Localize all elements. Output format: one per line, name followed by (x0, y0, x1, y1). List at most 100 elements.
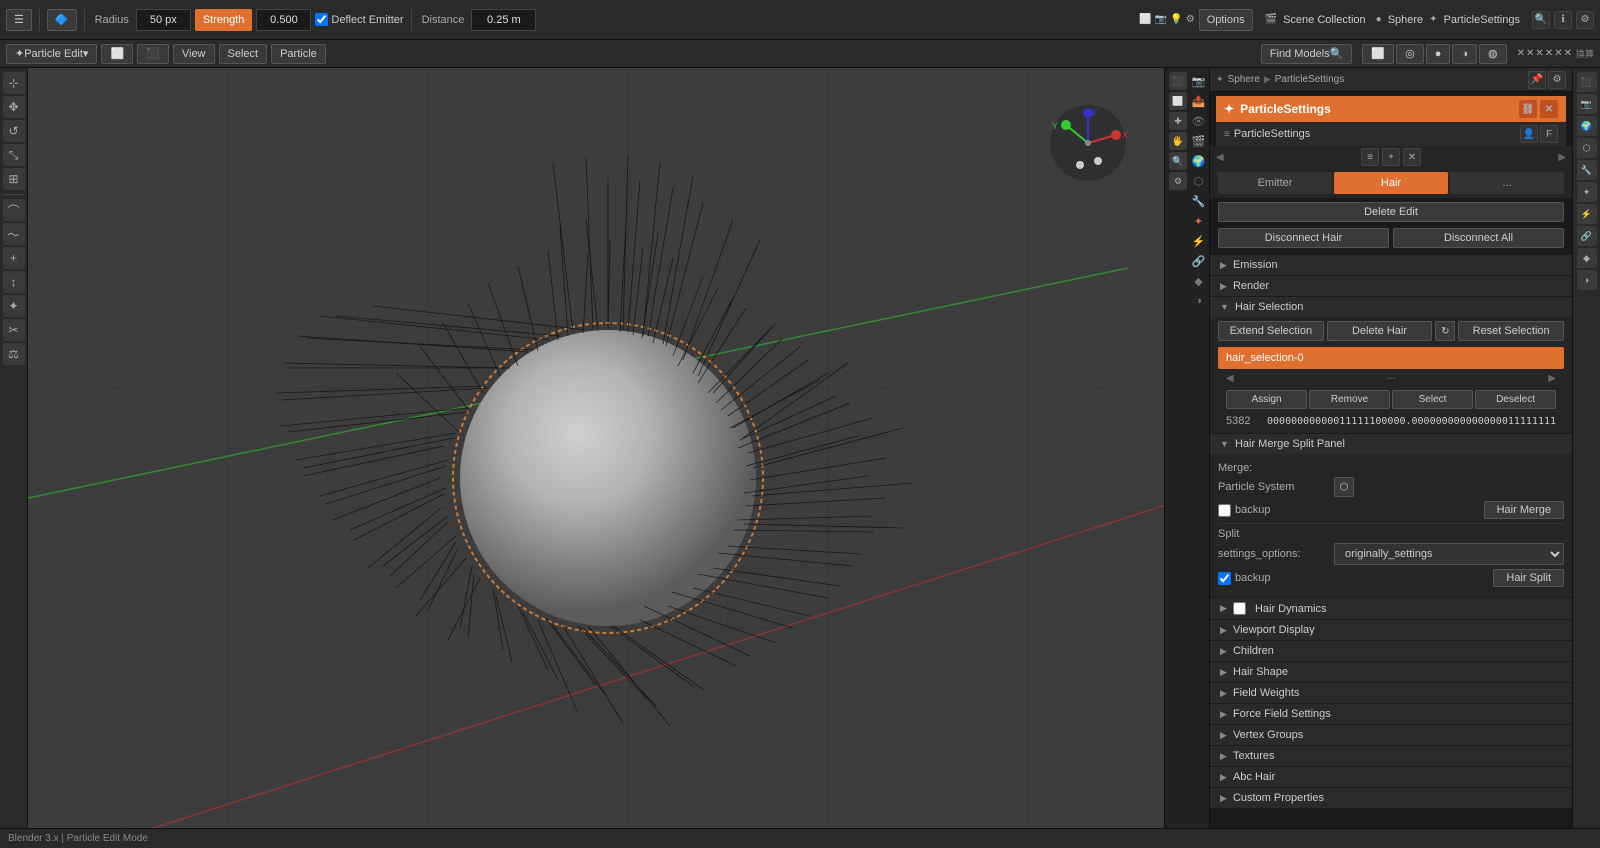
hair-dynamics-header[interactable]: ▶ Hair Dynamics (1210, 598, 1572, 619)
tool-cut[interactable]: ✂ (3, 319, 25, 341)
options-btn[interactable]: Options (1199, 9, 1253, 31)
vp-tool-4[interactable]: 🖐 (1169, 132, 1187, 150)
distance-input[interactable] (471, 9, 536, 31)
merge-backup-checkbox[interactable] (1218, 504, 1231, 517)
children-header[interactable]: ▶ Children (1210, 641, 1572, 661)
far-right-icon-3[interactable]: 🌍 (1577, 116, 1597, 136)
vp-tool-2[interactable]: ⬜ (1169, 92, 1187, 110)
render-btn[interactable]: ◍ (1479, 44, 1507, 64)
emitter-btn[interactable]: Emitter (1218, 172, 1332, 194)
prop-material-icon[interactable]: ◑ (1190, 292, 1208, 310)
prop-world-icon[interactable]: 🌍 (1190, 152, 1208, 170)
prop-modifier-icon[interactable]: 🔧 (1190, 192, 1208, 210)
sel-next[interactable]: ▶ (1548, 373, 1556, 384)
vertex-groups-header[interactable]: ▶ Vertex Groups (1210, 725, 1572, 745)
panel-pin-btn[interactable]: 📌 (1528, 71, 1546, 89)
far-right-icon-1[interactable]: ⬛ (1577, 72, 1597, 92)
tool-length[interactable]: ↕ (3, 271, 25, 293)
blender-logo[interactable]: 🔷 (47, 9, 77, 31)
material-btn[interactable]: ◑ (1452, 44, 1477, 64)
abc-hair-header[interactable]: ▶ Abc Hair (1210, 767, 1572, 787)
extend-selection-btn[interactable]: Extend Selection (1218, 321, 1324, 341)
hair-merge-btn[interactable]: Hair Merge (1484, 501, 1564, 519)
nav-icon-3[interactable]: ✕ (1403, 148, 1421, 166)
search-btn[interactable]: 🔍 (1532, 11, 1550, 29)
render-header[interactable]: ▶ Render (1210, 276, 1572, 296)
neuro-btn[interactable]: ... (1450, 172, 1564, 194)
ps-user-btn[interactable]: 👤 (1520, 125, 1538, 143)
viewport-icon-4[interactable]: ⚙ (1186, 14, 1195, 25)
nav-icon-1[interactable]: ≡ (1361, 148, 1379, 166)
hair-merge-header[interactable]: ▼ Hair Merge Split Panel (1210, 434, 1572, 454)
split-backup-checkbox[interactable] (1218, 572, 1231, 585)
prop-object-icon[interactable]: ⬡ (1190, 172, 1208, 190)
nav-icon-2[interactable]: + (1382, 148, 1400, 166)
nav-prev[interactable]: ◀ (1216, 152, 1224, 163)
prop-render-icon[interactable]: 📷 (1190, 72, 1208, 90)
xray-btn[interactable]: ◎ (1396, 44, 1424, 64)
hair-split-btn[interactable]: Hair Split (1493, 569, 1564, 587)
menu-btn[interactable]: ☰ (6, 9, 32, 31)
far-right-icon-7[interactable]: 🔗 (1577, 226, 1597, 246)
tool-add[interactable]: + (3, 247, 25, 269)
ps-fake-btn[interactable]: F (1540, 125, 1558, 143)
select-btn[interactable]: Select (1392, 390, 1473, 409)
tool-transform[interactable]: ⊞ (3, 168, 25, 190)
far-right-icon-8[interactable]: ◆ (1577, 248, 1597, 268)
delete-edit-btn[interactable]: Delete Edit (1218, 202, 1564, 222)
prop-view-icon[interactable]: 👁 (1190, 112, 1208, 130)
solid-btn[interactable]: ● (1426, 44, 1451, 64)
strength-btn[interactable]: Strength (195, 9, 253, 31)
x-icon-3[interactable]: ✕ (1535, 48, 1543, 59)
far-right-icon-5[interactable]: 🔧 (1577, 160, 1597, 180)
settings-options-select[interactable]: originally_settings (1334, 543, 1564, 565)
tool-rotate[interactable]: ↺ (3, 120, 25, 142)
far-right-icon-9[interactable]: ◑ (1577, 270, 1597, 290)
ps-close-btn[interactable]: ✕ (1540, 100, 1558, 118)
panel-settings-btn[interactable]: ⚙ (1548, 71, 1566, 89)
sel-name-input[interactable] (1218, 347, 1564, 369)
remove-btn[interactable]: Remove (1309, 390, 1390, 409)
tool-smooth[interactable]: 〜 (3, 223, 25, 245)
tool-puff[interactable]: ✦ (3, 295, 25, 317)
strength-input[interactable] (256, 9, 311, 31)
tool-move[interactable]: ✥ (3, 96, 25, 118)
far-right-icon-6[interactable]: ⚡ (1577, 204, 1597, 224)
vp-tool-5[interactable]: 🔍 (1169, 152, 1187, 170)
x-icon-2[interactable]: ✕ (1526, 48, 1534, 59)
far-right-icon-4[interactable]: ⬡ (1577, 138, 1597, 158)
reset-selection-btn[interactable]: Reset Selection (1458, 321, 1564, 341)
find-models-btn[interactable]: Find Models 🔍 (1261, 44, 1353, 64)
prop-physics-icon[interactable]: ⚡ (1190, 232, 1208, 250)
hair-shape-header[interactable]: ▶ Hair Shape (1210, 662, 1572, 682)
prop-data-icon[interactable]: ◆ (1190, 272, 1208, 290)
info-btn[interactable]: ℹ (1554, 11, 1572, 29)
field-weights-header[interactable]: ▶ Field Weights (1210, 683, 1572, 703)
disconnect-hair-btn[interactable]: Disconnect Hair (1218, 228, 1389, 248)
hair-btn[interactable]: Hair (1334, 172, 1448, 194)
x-icon-6[interactable]: ✕ (1564, 48, 1572, 59)
deflect-emitter-checkbox[interactable] (315, 13, 328, 26)
ps-link-btn[interactable]: ⛓ (1519, 100, 1537, 118)
prop-output-icon[interactable]: 📤 (1190, 92, 1208, 110)
hair-dynamics-checkbox[interactable] (1233, 602, 1246, 615)
particle-menu[interactable]: Particle (271, 44, 326, 64)
custom-props-header[interactable]: ▶ Custom Properties (1210, 788, 1572, 808)
viewport-icon-2[interactable]: 📷 (1155, 14, 1167, 25)
x-icon-1[interactable]: ✕ (1517, 48, 1525, 59)
vp-tool-6[interactable]: ⚙ (1169, 172, 1187, 190)
viewport-shade-1[interactable]: ⬜ (101, 44, 133, 64)
deselect-btn[interactable]: Deselect (1475, 390, 1556, 409)
nav-next[interactable]: ▶ (1558, 152, 1566, 163)
prop-particle-icon[interactable]: ✦ (1190, 212, 1208, 230)
settings-top-btn[interactable]: ⚙ (1576, 11, 1594, 29)
sel-prev[interactable]: ◀ (1226, 373, 1234, 384)
tool-comb[interactable]: ⌒ (3, 199, 25, 221)
tool-cursor[interactable]: ⊹ (3, 72, 25, 94)
hair-selection-header[interactable]: ▼ Hair Selection (1210, 297, 1572, 317)
select-menu[interactable]: Select (219, 44, 268, 64)
tool-weight[interactable]: ⚖ (3, 343, 25, 365)
disconnect-all-btn[interactable]: Disconnect All (1393, 228, 1564, 248)
radius-input[interactable] (136, 9, 191, 31)
vp-tool-1[interactable]: ⬛ (1169, 72, 1187, 90)
